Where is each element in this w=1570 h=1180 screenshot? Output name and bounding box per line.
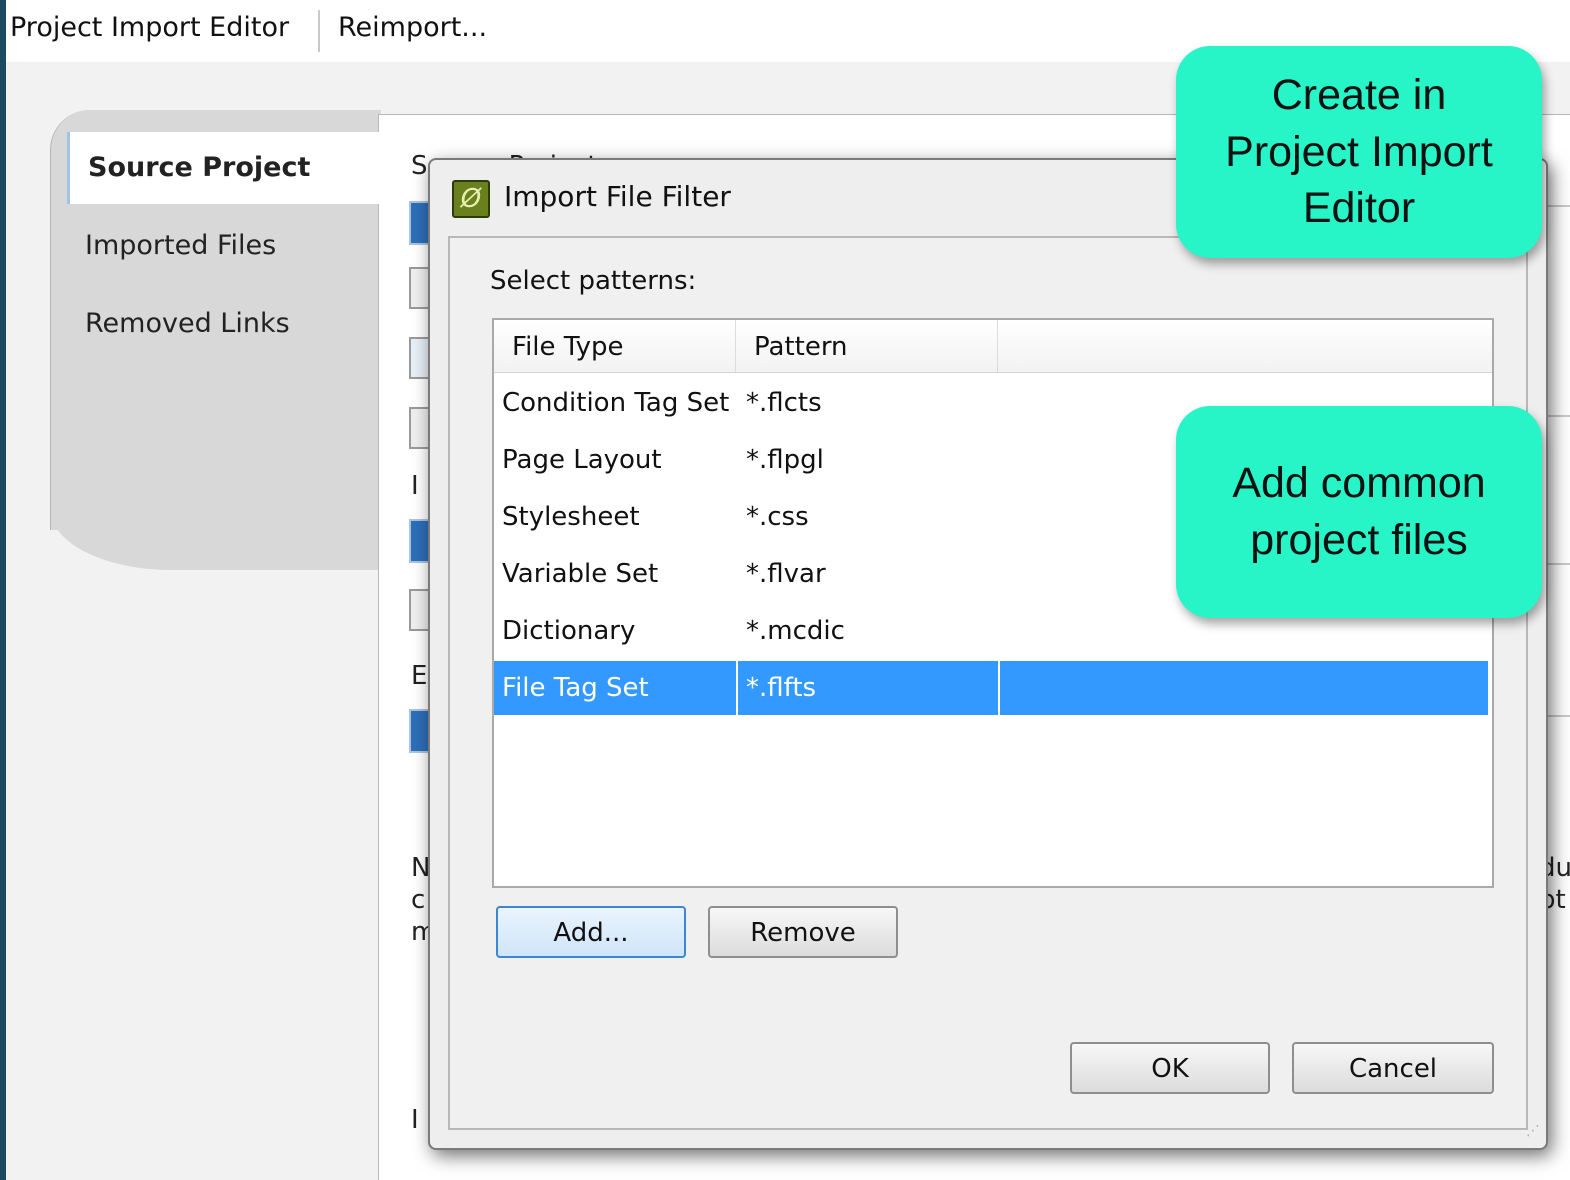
note-fragment: c <box>411 885 426 915</box>
reimport-button[interactable]: Reimport... <box>338 12 487 43</box>
callout-add-common-files: Add common project files <box>1176 406 1542 618</box>
add-button[interactable]: Add... <box>496 906 686 958</box>
file-type-cell: File Tag Set <box>494 661 738 715</box>
pattern-cell: *.flpgl <box>746 445 824 475</box>
callout-line: Editor <box>1302 184 1416 233</box>
tab-source-project[interactable]: Source Project <box>67 132 381 204</box>
table-header: File Type Pattern <box>494 320 1492 373</box>
column-header-pattern[interactable]: Pattern <box>736 320 998 372</box>
file-type-cell: Condition Tag Set <box>502 388 730 418</box>
import-file-filter-dialog: Ø Import File Filter Select patterns: Fi… <box>428 158 1548 1150</box>
callout-line: Create in <box>1271 70 1447 119</box>
pattern-cell: *.flcts <box>746 388 822 418</box>
callout-line: Add common <box>1232 459 1486 508</box>
remove-button[interactable]: Remove <box>708 906 898 958</box>
resize-grip-icon[interactable]: ⋰ <box>1518 1120 1540 1142</box>
file-type-cell: Dictionary <box>502 616 636 646</box>
toolbar-separator <box>318 10 320 52</box>
file-type-cell: Stylesheet <box>502 502 640 532</box>
callout-create-in-editor: Create in Project Import Editor <box>1176 46 1542 258</box>
file-type-cell: Variable Set <box>502 559 659 589</box>
label-fragment: E <box>411 661 428 691</box>
tab-imported-files[interactable]: Imported Files <box>67 210 381 282</box>
table-row-selected[interactable]: File Tag Set *.flfts <box>494 661 1488 715</box>
label-fragment: I <box>411 1105 419 1135</box>
dialog-body: Select patterns: File Type Pattern Condi… <box>448 236 1528 1130</box>
pattern-cell: *.mcdic <box>746 616 845 646</box>
callout-line: Project Import <box>1225 127 1493 176</box>
file-type-cell: Page Layout <box>502 445 662 475</box>
ok-button[interactable]: OK <box>1070 1042 1270 1094</box>
select-patterns-label: Select patterns: <box>490 266 697 296</box>
flare-app-icon: Ø <box>452 180 490 218</box>
column-header-file-type[interactable]: File Type <box>494 320 736 372</box>
dialog-title: Import File Filter <box>504 180 731 213</box>
pattern-cell: *.flfts <box>738 661 1000 715</box>
editor-tab-label[interactable]: Project Import Editor <box>10 12 289 43</box>
tab-removed-links[interactable]: Removed Links <box>67 288 381 360</box>
side-tab-panel: Source Project Imported Files Removed Li… <box>50 110 381 570</box>
pattern-cell: *.css <box>746 502 809 532</box>
column-header-blank <box>998 320 1488 372</box>
callout-line: project files <box>1250 516 1468 564</box>
project-import-editor-window: Project Import Editor Reimport... Source… <box>6 0 1570 1180</box>
blank-cell <box>1000 661 1488 715</box>
pattern-cell: *.flvar <box>746 559 826 589</box>
label-fragment: I <box>411 471 419 501</box>
cancel-button[interactable]: Cancel <box>1292 1042 1494 1094</box>
